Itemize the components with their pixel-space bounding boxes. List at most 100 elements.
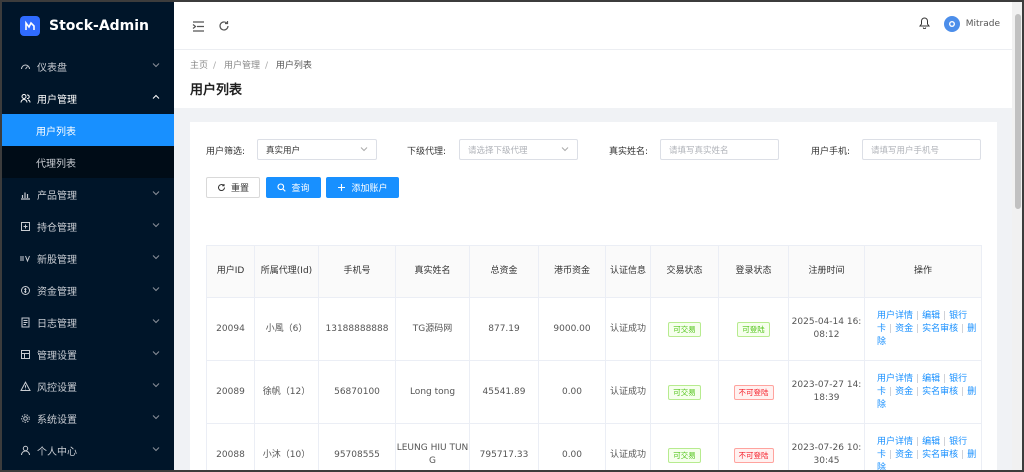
cell-login-status: 不可登陆 xyxy=(718,360,789,424)
logo[interactable]: Stock-Admin xyxy=(2,2,174,50)
breadcrumb-current: 用户列表 xyxy=(275,61,312,71)
sidebar-subitem-0[interactable]: 用户列表 xyxy=(2,114,174,146)
cell-agent: 徐帆（12） xyxy=(254,360,319,424)
search-button[interactable]: 查询 xyxy=(266,177,321,198)
cell-actions: 用户详情 | 编辑 | 银行卡 | 资金 | 实名审核 | 删除 xyxy=(864,423,982,470)
header-realname: 真实姓名 xyxy=(395,245,470,298)
agent-placeholder: 请选择下级代理 xyxy=(468,145,528,156)
funds-link[interactable]: 资金 xyxy=(895,450,913,460)
chevron-down-icon xyxy=(152,221,160,232)
sidebar-item-0[interactable]: 仪表盘 xyxy=(2,50,174,82)
app-title: Stock-Admin xyxy=(49,18,150,34)
add-account-button[interactable]: 添加账户 xyxy=(326,177,399,198)
reset-button[interactable]: 重置 xyxy=(206,177,260,198)
chart-icon xyxy=(20,189,31,200)
realname-review-link[interactable]: 实名审核 xyxy=(922,387,958,397)
username[interactable]: Mitrade xyxy=(966,19,1000,29)
agent-select[interactable]: 请选择下级代理 xyxy=(459,139,578,160)
edit-link[interactable]: 编辑 xyxy=(922,311,940,321)
cell-user-id: 20089 xyxy=(206,360,255,424)
sidebar-item-3[interactable]: 持仓管理 xyxy=(2,210,174,242)
avatar[interactable] xyxy=(943,16,960,32)
breadcrumb-home[interactable]: 主页 xyxy=(190,61,208,71)
person-icon xyxy=(20,445,31,456)
cell-actions: 用户详情 | 编辑 | 银行卡 | 资金 | 实名审核 | 删除 xyxy=(864,297,982,361)
phone-placeholder: 请填写用户手机号 xyxy=(871,145,940,156)
cell-actions: 用户详情 | 编辑 | 银行卡 | 资金 | 实名审核 | 删除 xyxy=(864,360,982,424)
realname-input[interactable]: 请填写真实姓名 xyxy=(660,139,779,160)
sidebar: Stock-Admin 仪表盘用户管理用户列表 代理列表产品管理持仓管理新股管理资… xyxy=(2,2,174,470)
refresh-icon[interactable] xyxy=(216,18,232,34)
sidebar-item-5[interactable]: 资金管理 xyxy=(2,274,174,306)
sidebar-item-9[interactable]: 系统设置 xyxy=(2,402,174,434)
sidebar-item-label: 产品管理 xyxy=(37,190,77,202)
user-detail-link[interactable]: 用户详情 xyxy=(877,311,913,321)
sidebar-item-label: 新股管理 xyxy=(37,254,77,266)
add-account-label: 添加账户 xyxy=(351,184,388,194)
sidebar-item-1[interactable]: 用户管理 xyxy=(2,82,174,114)
user-detail-link[interactable]: 用户详情 xyxy=(877,437,913,447)
cell-auth: 认证成功 xyxy=(605,297,651,361)
user-table: 用户ID 所属代理(Id) 手机号 真实姓名 总资金 港币资金 认证信息 交易状… xyxy=(206,245,982,470)
realname-review-link[interactable]: 实名审核 xyxy=(922,324,958,334)
cell-agent: 小風（6） xyxy=(254,297,319,361)
sidebar-menu: 仪表盘用户管理用户列表 代理列表产品管理持仓管理新股管理资金管理日志管理管理设置风… xyxy=(2,50,174,466)
cell-user-id: 20088 xyxy=(206,423,255,470)
users-icon xyxy=(20,93,31,104)
header-right: Mitrade xyxy=(918,16,1000,32)
bell-icon[interactable] xyxy=(918,16,930,32)
collapse-menu-icon[interactable] xyxy=(190,18,206,34)
app-window: Stock-Admin 仪表盘 用户管理 用户列表 代理列表 产品管理 持仓管理 新股管理资… xyxy=(0,0,1024,472)
funds-link[interactable]: 资金 xyxy=(895,324,913,334)
breadcrumb-user-manage[interactable]: 用户管理 xyxy=(224,61,260,71)
chevron-down-icon xyxy=(561,145,569,156)
search-icon xyxy=(277,183,287,192)
cell-phone: 13188888888 xyxy=(318,297,396,361)
sidebar-item-7[interactable]: 管理设置 xyxy=(2,338,174,370)
page-title: 用户列表 xyxy=(190,83,243,98)
cell-realname: TG源码网 xyxy=(395,297,470,361)
sidebar-item-10[interactable]: 个人中心 xyxy=(2,434,174,466)
top-header: Mitrade xyxy=(174,2,1012,50)
edit-link[interactable]: 编辑 xyxy=(922,437,940,447)
cell-phone: 95708555 xyxy=(318,423,396,470)
chevron-down-icon xyxy=(152,189,160,200)
reset-label: 重置 xyxy=(230,184,249,194)
sidebar-subitem-1[interactable]: 代理列表 xyxy=(2,146,174,178)
table-row: 20094 小風（6） 13188888888 TG源码网 877.19 9000.00 认… xyxy=(206,297,982,361)
status-badge: 不可登陆 xyxy=(733,384,774,400)
realname-review-link[interactable]: 实名审核 xyxy=(922,450,958,460)
sidebar-item-label: 用户管理 xyxy=(37,94,77,106)
sidebar-item-4[interactable]: 新股管理 xyxy=(2,242,174,274)
risk-warning-icon xyxy=(20,380,31,392)
header-auth: 认证信息 xyxy=(605,245,651,298)
agent-label: 下级代理: xyxy=(407,147,447,157)
funds-link[interactable]: 资金 xyxy=(895,387,913,397)
status-badge: 可登陆 xyxy=(737,321,770,337)
edit-link[interactable]: 编辑 xyxy=(922,374,940,384)
status-badge: 可交易 xyxy=(668,321,701,337)
sidebar-item-label: 资金管理 xyxy=(37,286,77,298)
user-filter-label: 用户筛选: xyxy=(206,147,246,157)
header-phone: 手机号 xyxy=(318,245,396,298)
status-badge: 可交易 xyxy=(668,447,701,463)
scrollbar-thumb[interactable] xyxy=(1015,14,1021,209)
phone-label: 用户手机: xyxy=(811,147,851,157)
page-scrollbar[interactable] xyxy=(1012,2,1022,470)
user-detail-link[interactable]: 用户详情 xyxy=(877,374,913,384)
plus-icon xyxy=(338,184,346,191)
phone-input[interactable]: 请填写用户手机号 xyxy=(862,139,981,160)
cell-phone: 56870100 xyxy=(318,360,396,424)
table-row: 20089 徐帆（12） 56870100 Long tong 45541.89 0.00… xyxy=(206,360,982,424)
chevron-down-icon xyxy=(152,445,160,456)
sidebar-item-label: 管理设置 xyxy=(37,350,77,362)
header-hkd-funds: 港币资金 xyxy=(538,245,606,298)
sidebar-item-6[interactable]: 日志管理 xyxy=(2,306,174,338)
cell-total-funds: 45541.89 xyxy=(469,360,539,424)
position-icon xyxy=(20,221,31,232)
sidebar-item-8[interactable]: 风控设置 xyxy=(2,370,174,402)
user-filter-select[interactable]: 真实用户 xyxy=(257,139,377,160)
table-row: 20088 小沐（10） 95708555 LEUNG HIU TUNG 795717.… xyxy=(206,423,982,470)
sidebar-item-2[interactable]: 产品管理 xyxy=(2,178,174,210)
money-icon xyxy=(20,285,31,296)
